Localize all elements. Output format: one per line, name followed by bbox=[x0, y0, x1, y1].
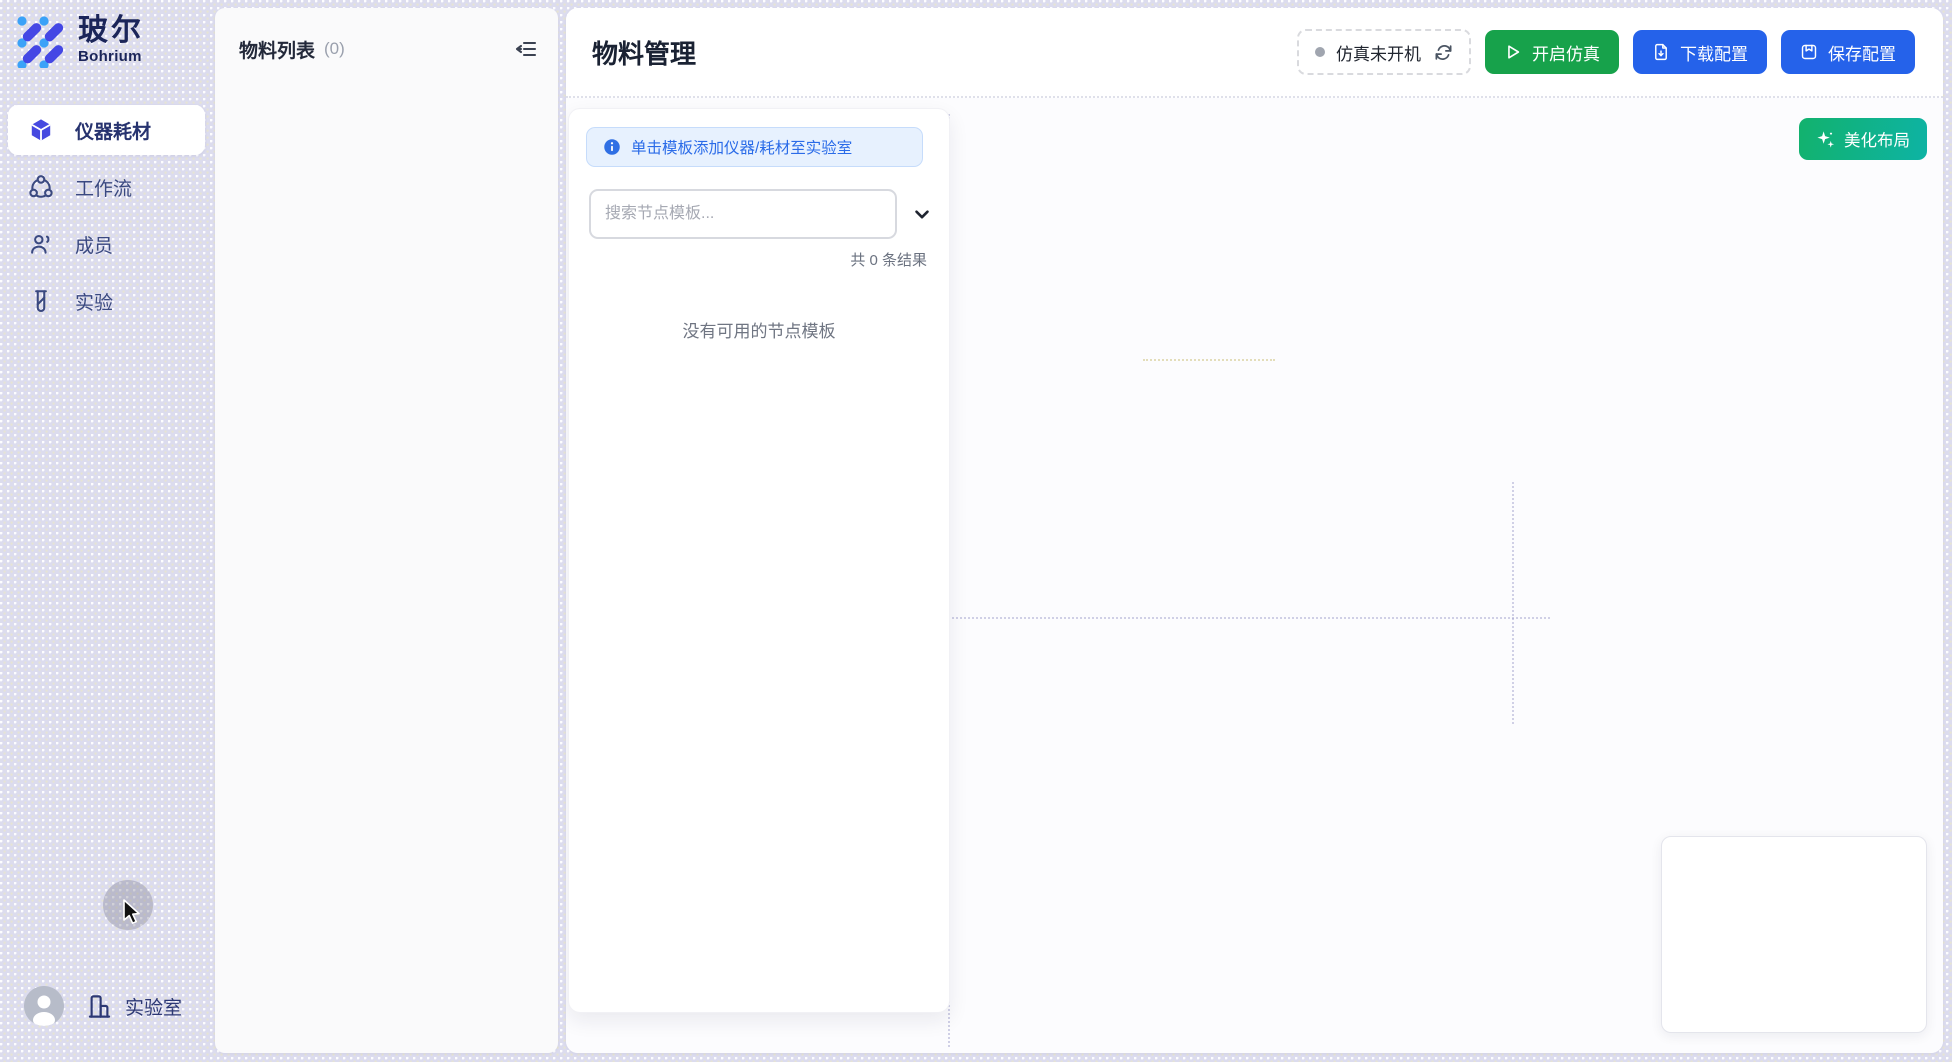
avatar[interactable] bbox=[24, 986, 64, 1026]
info-icon bbox=[603, 138, 621, 156]
template-search-input[interactable] bbox=[589, 189, 897, 239]
main-panel: 物料管理 仿真未开机 bbox=[566, 8, 1943, 1053]
material-list-panel: 物料列表 (0) bbox=[215, 8, 558, 1053]
save-config-button[interactable]: 保存配置 bbox=[1781, 30, 1915, 74]
layout-canvas[interactable]: 单击模板添加仪器/耗材至实验室 共 0 条结果 没有可用的节点模板 bbox=[566, 98, 1943, 1053]
sidebar-item-experiment[interactable]: 实验 bbox=[8, 276, 205, 326]
material-list-header: 物料列表 (0) bbox=[215, 8, 558, 90]
brand-name: 玻尔 bbox=[78, 14, 144, 47]
sidebar-item-label: 成员 bbox=[75, 231, 113, 258]
brand-subname: Bohrium bbox=[78, 48, 144, 65]
brand-text: 玻尔 Bohrium bbox=[78, 14, 144, 65]
refresh-icon[interactable] bbox=[1434, 43, 1453, 62]
material-list-title: 物料列表 bbox=[239, 36, 315, 63]
template-search-row bbox=[589, 189, 933, 239]
main-header: 物料管理 仿真未开机 bbox=[566, 8, 1943, 98]
template-hint-text: 单击模板添加仪器/耗材至实验室 bbox=[631, 136, 852, 158]
status-dot-icon bbox=[1315, 47, 1325, 57]
sidebar-footer: 实验室 bbox=[0, 986, 213, 1062]
bohrium-logo-icon bbox=[16, 14, 68, 68]
sparkles-icon bbox=[1816, 130, 1835, 149]
cube-icon bbox=[28, 117, 54, 143]
sidebar-nav: 仪器耗材 工作流 bbox=[0, 105, 213, 333]
button-label: 开启仿真 bbox=[1532, 40, 1600, 65]
result-count: 共 0 条结果 bbox=[850, 249, 927, 270]
users-icon bbox=[28, 231, 54, 257]
sidebar-lab-label: 实验室 bbox=[125, 993, 182, 1020]
simulation-status[interactable]: 仿真未开机 bbox=[1297, 29, 1471, 75]
button-label: 下载配置 bbox=[1680, 40, 1748, 65]
sidebar-item-label: 工作流 bbox=[75, 174, 132, 201]
button-label: 保存配置 bbox=[1828, 40, 1896, 65]
sidebar-item-workflow[interactable]: 工作流 bbox=[8, 162, 205, 212]
template-hint-banner: 单击模板添加仪器/耗材至实验室 bbox=[586, 127, 923, 167]
sidebar-item-label: 实验 bbox=[75, 288, 113, 315]
download-config-button[interactable]: 下载配置 bbox=[1633, 30, 1767, 74]
sidebar-item-instruments[interactable]: 仪器耗材 bbox=[8, 105, 205, 155]
chevron-down-icon[interactable] bbox=[911, 203, 933, 225]
sidebar: 玻尔 Bohrium 仪器耗材 bbox=[0, 0, 213, 1062]
sidebar-item-label: 仪器耗材 bbox=[75, 117, 151, 144]
play-icon bbox=[1504, 43, 1522, 61]
canvas-guide-line bbox=[1512, 482, 1514, 724]
status-label: 仿真未开机 bbox=[1336, 40, 1421, 65]
mouse-cursor bbox=[122, 899, 148, 927]
header-actions: 仿真未开机 bbox=[1297, 29, 1943, 75]
sidebar-item-members[interactable]: 成员 bbox=[8, 219, 205, 269]
collapse-panel-icon[interactable] bbox=[514, 37, 538, 61]
page-title: 物料管理 bbox=[592, 34, 696, 71]
canvas-guide-line bbox=[948, 617, 1550, 619]
minimap[interactable] bbox=[1661, 836, 1927, 1033]
sidebar-item-lab[interactable]: 实验室 bbox=[86, 993, 182, 1020]
save-icon bbox=[1800, 43, 1818, 61]
material-list-count: (0) bbox=[324, 39, 345, 59]
template-panel: 单击模板添加仪器/耗材至实验室 共 0 条结果 没有可用的节点模板 bbox=[568, 108, 950, 1013]
empty-templates-text: 没有可用的节点模板 bbox=[569, 317, 949, 342]
canvas-guide-line bbox=[1143, 359, 1275, 361]
beautify-layout-button[interactable]: 美化布局 bbox=[1799, 118, 1927, 160]
test-tube-icon bbox=[28, 288, 54, 314]
start-simulation-button[interactable]: 开启仿真 bbox=[1485, 30, 1619, 74]
building-icon bbox=[86, 993, 113, 1020]
workflow-icon bbox=[28, 174, 54, 200]
button-label: 美化布局 bbox=[1844, 127, 1910, 151]
file-download-icon bbox=[1652, 43, 1670, 61]
brand: 玻尔 Bohrium bbox=[16, 14, 144, 68]
